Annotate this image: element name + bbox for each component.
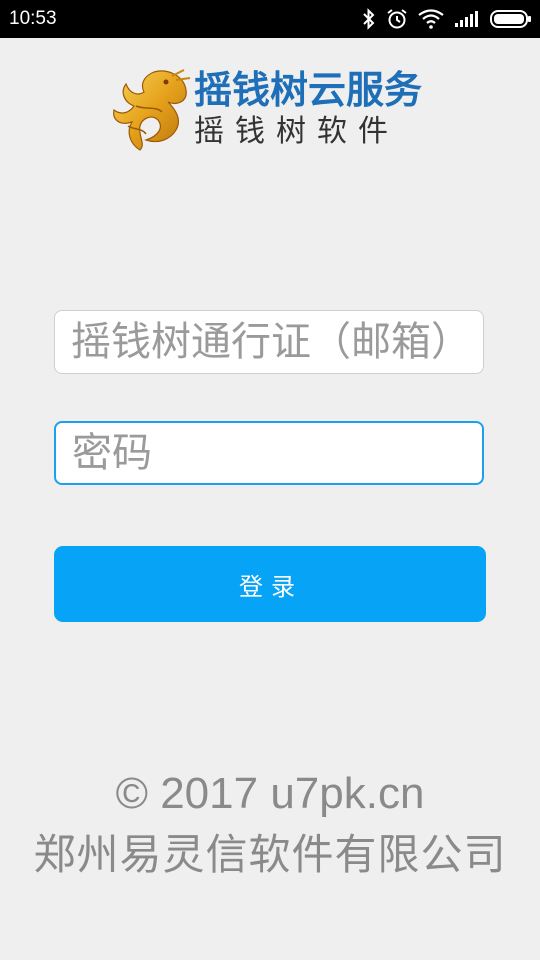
app-logo: 摇钱树云服务 摇钱树软件	[106, 64, 446, 152]
signal-icon	[455, 11, 478, 27]
username-field[interactable]	[54, 310, 484, 374]
status-icons	[362, 7, 532, 31]
footer-copyright: © 2017 u7pk.cn	[115, 769, 425, 818]
bluetooth-icon	[363, 8, 375, 30]
alarm-icon	[387, 9, 407, 29]
wifi-icon	[418, 9, 444, 29]
logo-subtitle: 摇钱树软件	[194, 114, 399, 149]
password-input[interactable]	[56, 423, 482, 483]
password-field[interactable]	[54, 421, 484, 485]
battery-icon	[490, 10, 531, 28]
footer-company: 郑州易灵信软件有限公司	[33, 830, 507, 879]
login-button[interactable]: 登录	[54, 546, 486, 622]
status-time: 10:53	[9, 8, 57, 29]
username-input[interactable]	[55, 311, 483, 373]
status-bar: 10:53	[0, 0, 540, 38]
logo-title: 摇钱树云服务	[194, 68, 423, 112]
golden-dragon-icon	[113, 69, 191, 151]
